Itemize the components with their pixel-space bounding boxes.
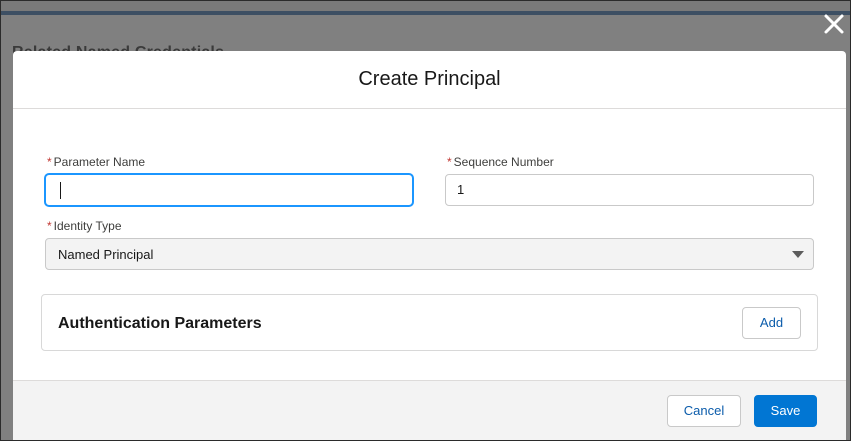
modal-footer: Cancel Save	[13, 380, 846, 440]
modal-header: Create Principal	[13, 51, 846, 109]
cancel-button[interactable]: Cancel	[667, 395, 741, 427]
identity-type-select[interactable]: Named Principal	[45, 238, 814, 270]
required-marker: *	[47, 155, 52, 169]
text-cursor	[60, 182, 61, 199]
authentication-parameters-title: Authentication Parameters	[58, 315, 262, 332]
sequence-number-label: * Sequence Number	[447, 155, 554, 169]
identity-type-label: * Identity Type	[47, 219, 122, 233]
required-marker: *	[447, 155, 452, 169]
save-button[interactable]: Save	[754, 395, 817, 427]
dropdown-arrow-icon	[792, 251, 804, 258]
parameter-name-label: * Parameter Name	[47, 155, 146, 169]
identity-type-value: Named Principal	[58, 247, 154, 262]
parameter-name-input[interactable]	[45, 174, 413, 206]
sequence-number-input[interactable]: 1	[445, 174, 814, 206]
close-modal-button[interactable]	[822, 12, 846, 36]
page-header-backdrop	[1, 1, 850, 11]
add-parameter-button[interactable]: Add	[742, 307, 801, 339]
required-marker: *	[47, 219, 52, 233]
close-icon	[824, 14, 844, 34]
create-principal-modal: Create Principal * Parameter Name * Sequen…	[13, 51, 846, 440]
authentication-parameters-card: Authentication Parameters Add	[41, 294, 818, 351]
modal-title: Create Principal	[358, 68, 501, 90]
